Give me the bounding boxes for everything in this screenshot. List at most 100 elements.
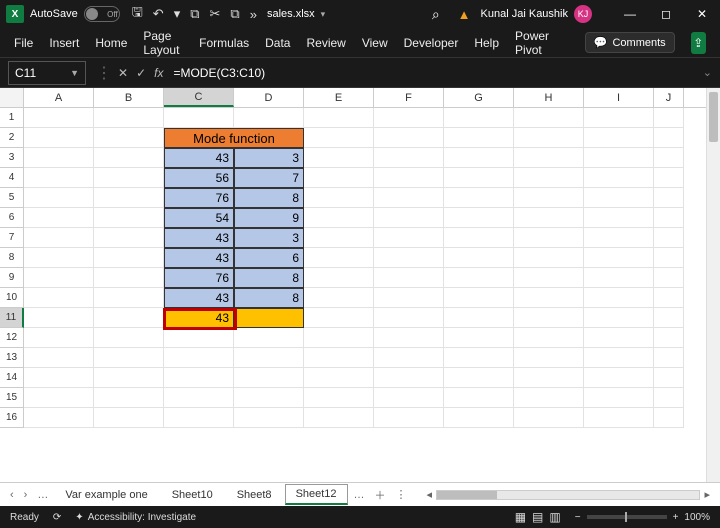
cell-H10[interactable]: [514, 288, 584, 308]
cell-E10[interactable]: [304, 288, 374, 308]
cell-H1[interactable]: [514, 108, 584, 128]
cell-B2[interactable]: [94, 128, 164, 148]
cell-E3[interactable]: [304, 148, 374, 168]
cell-F2[interactable]: [374, 128, 444, 148]
cell-D16[interactable]: [234, 408, 304, 428]
tab-insert[interactable]: Insert: [49, 36, 79, 50]
cell-D10[interactable]: 8: [234, 288, 304, 308]
cell-J6[interactable]: [654, 208, 684, 228]
row-header-13[interactable]: 13: [0, 348, 24, 368]
cell-A15[interactable]: [24, 388, 94, 408]
cell-F10[interactable]: [374, 288, 444, 308]
close-button[interactable]: ✕: [684, 0, 720, 28]
cell-C3[interactable]: 43: [164, 148, 234, 168]
cell-D7[interactable]: 3: [234, 228, 304, 248]
cell-I4[interactable]: [584, 168, 654, 188]
cell-B9[interactable]: [94, 268, 164, 288]
cell-F7[interactable]: [374, 228, 444, 248]
accept-formula-icon[interactable]: ✓: [136, 66, 146, 80]
tab-formulas[interactable]: Formulas: [199, 36, 249, 50]
cell-D9[interactable]: 8: [234, 268, 304, 288]
cell-G8[interactable]: [444, 248, 514, 268]
cell-J10[interactable]: [654, 288, 684, 308]
cell-D4[interactable]: 7: [234, 168, 304, 188]
cell-J7[interactable]: [654, 228, 684, 248]
row-header-1[interactable]: 1: [0, 108, 24, 128]
cell-A12[interactable]: [24, 328, 94, 348]
row-header-16[interactable]: 16: [0, 408, 24, 428]
cell-H7[interactable]: [514, 228, 584, 248]
cell-A6[interactable]: [24, 208, 94, 228]
cell-I12[interactable]: [584, 328, 654, 348]
cell-H5[interactable]: [514, 188, 584, 208]
row-header-9[interactable]: 9: [0, 268, 24, 288]
cell-C12[interactable]: [164, 328, 234, 348]
cell-A10[interactable]: [24, 288, 94, 308]
col-I[interactable]: I: [584, 88, 654, 107]
cell-A3[interactable]: [24, 148, 94, 168]
cell-J13[interactable]: [654, 348, 684, 368]
col-C[interactable]: C: [164, 88, 234, 107]
cell-B12[interactable]: [94, 328, 164, 348]
row-header-14[interactable]: 14: [0, 368, 24, 388]
cell-G3[interactable]: [444, 148, 514, 168]
cell-A5[interactable]: [24, 188, 94, 208]
autosave-toggle[interactable]: Off: [84, 6, 120, 22]
cell-G11[interactable]: [444, 308, 514, 328]
cell-E8[interactable]: [304, 248, 374, 268]
sheet-tab-sheet10[interactable]: Sheet10: [161, 485, 224, 505]
fx-icon[interactable]: fx: [154, 66, 163, 80]
cell-E13[interactable]: [304, 348, 374, 368]
cell-F3[interactable]: [374, 148, 444, 168]
cell-B11[interactable]: [94, 308, 164, 328]
cell-F6[interactable]: [374, 208, 444, 228]
row-header-10[interactable]: 10: [0, 288, 24, 308]
minimize-button[interactable]: —: [612, 0, 648, 28]
cell-D6[interactable]: 9: [234, 208, 304, 228]
row-header-6[interactable]: 6: [0, 208, 24, 228]
cell-J16[interactable]: [654, 408, 684, 428]
cell-G10[interactable]: [444, 288, 514, 308]
cell-C10[interactable]: 43: [164, 288, 234, 308]
cell-D14[interactable]: [234, 368, 304, 388]
filename-dropdown-icon[interactable]: ▾: [321, 9, 326, 20]
cell-H15[interactable]: [514, 388, 584, 408]
cell-A13[interactable]: [24, 348, 94, 368]
cell-D12[interactable]: [234, 328, 304, 348]
cell-B3[interactable]: [94, 148, 164, 168]
cell-G5[interactable]: [444, 188, 514, 208]
filename[interactable]: sales.xlsx: [267, 8, 315, 20]
formula-input[interactable]: =MODE(C3:C10): [173, 66, 265, 80]
col-F[interactable]: F: [374, 88, 444, 107]
cell-B6[interactable]: [94, 208, 164, 228]
cell-B5[interactable]: [94, 188, 164, 208]
zoom-value[interactable]: 100%: [684, 512, 710, 523]
zoom-out-button[interactable]: −: [575, 512, 581, 523]
name-box[interactable]: C11 ▼: [8, 61, 86, 85]
cell-D11[interactable]: [234, 308, 304, 328]
qat-overflow-icon[interactable]: »: [250, 7, 257, 22]
row-header-15[interactable]: 15: [0, 388, 24, 408]
cell-D3[interactable]: 3: [234, 148, 304, 168]
cell-B10[interactable]: [94, 288, 164, 308]
horizontal-scrollbar[interactable]: [436, 490, 700, 500]
new-sheet-button[interactable]: ＋: [371, 487, 390, 503]
col-B[interactable]: B: [94, 88, 164, 107]
row-header-3[interactable]: 3: [0, 148, 24, 168]
cell-J3[interactable]: [654, 148, 684, 168]
cell-C11[interactable]: 43: [164, 308, 234, 328]
tab-view[interactable]: View: [362, 36, 388, 50]
cell-H4[interactable]: [514, 168, 584, 188]
cell-A2[interactable]: [24, 128, 94, 148]
cell-I9[interactable]: [584, 268, 654, 288]
cell-I8[interactable]: [584, 248, 654, 268]
cut-icon[interactable]: ✂: [210, 6, 221, 22]
cell-I3[interactable]: [584, 148, 654, 168]
warning-icon[interactable]: ▲: [458, 7, 471, 22]
cell-G4[interactable]: [444, 168, 514, 188]
cell-C16[interactable]: [164, 408, 234, 428]
cell-E4[interactable]: [304, 168, 374, 188]
tab-developer[interactable]: Developer: [404, 36, 459, 50]
cell-E11[interactable]: [304, 308, 374, 328]
cell-A9[interactable]: [24, 268, 94, 288]
